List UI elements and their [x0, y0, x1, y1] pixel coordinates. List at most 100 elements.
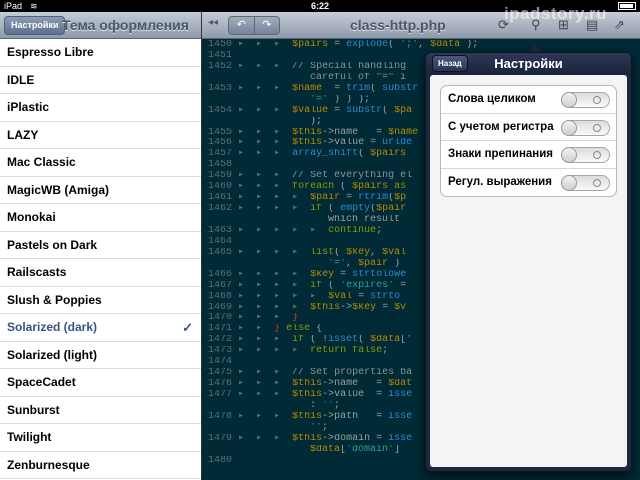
code-token: $key — [310, 269, 335, 280]
search-option-row: Знаки препинания — [441, 141, 616, 169]
code-token: = — [394, 280, 407, 291]
line-number: 1457 — [207, 149, 232, 160]
search-option-label: Знаки препинания — [448, 148, 554, 160]
line-number: 1451 — [207, 50, 232, 61]
undo-redo-group: ↶ ↷ — [228, 16, 280, 35]
theme-item[interactable]: Monokai — [0, 204, 201, 232]
theme-item[interactable]: Solarized (dark) ✓ — [0, 314, 201, 342]
theme-item-label: Pastels on Dark — [7, 237, 98, 252]
share-icon[interactable]: ⇗ — [614, 17, 625, 33]
code-token: ▸ ▸ ▸ ▸ — [238, 247, 311, 258]
code-token: = — [322, 83, 347, 94]
switch-knob — [561, 92, 577, 108]
settings-back-button[interactable]: Настройки — [4, 16, 66, 35]
code-token: $pairs — [292, 40, 329, 50]
line-number: 1470 — [207, 313, 232, 324]
theme-item[interactable]: Slush & Poppies — [0, 287, 201, 314]
code-token: ( — [322, 280, 341, 291]
code-token: rtrim — [358, 193, 389, 204]
code-token: '=' — [328, 258, 347, 269]
line-number: 1464 — [207, 236, 232, 247]
popover-body: Слова целиком С учетом регистра Знаки преп… — [430, 75, 627, 467]
toggle-switch[interactable] — [561, 174, 610, 191]
code-token: $dat — [388, 379, 413, 390]
theme-item-label: Monokai — [7, 210, 56, 224]
popover-header: Назад Настройки — [426, 53, 631, 75]
theme-item[interactable]: Mac Classic — [0, 149, 201, 177]
code-token: = — [340, 193, 359, 204]
line-number: 1467 — [207, 280, 232, 291]
file-title: class-http.php — [350, 17, 446, 33]
undo-button[interactable]: ↶ — [229, 17, 255, 34]
code-token: foreach — [292, 182, 335, 193]
code-token: = — [334, 269, 353, 280]
theme-item[interactable]: Espresso Libre — [0, 39, 201, 67]
code-token: ▸ ▸ ▸ — [238, 433, 293, 444]
code-token: $pair — [310, 193, 341, 204]
toggle-switch[interactable] — [561, 147, 610, 163]
redo-button[interactable]: ↷ — [255, 17, 280, 34]
code-token: ▸ ▸ ▸ — [238, 83, 293, 94]
theme-item[interactable]: Railscasts — [0, 259, 201, 287]
line-number: 1454 — [207, 105, 232, 116]
theme-item[interactable]: iPlastic — [0, 94, 201, 122]
theme-item[interactable]: Solarized (light) — [0, 342, 201, 369]
theme-item[interactable]: Pastels on Dark — [0, 232, 201, 259]
code-token: ( ! — [304, 335, 329, 346]
code-token: ( — [388, 40, 401, 50]
theme-item[interactable]: LAZY — [0, 122, 201, 149]
popover-title: Настройки — [494, 56, 563, 71]
line-number: 1472 — [207, 335, 232, 346]
line-number: 1480 — [207, 455, 232, 466]
code-token: ->domain = — [322, 433, 389, 444]
code-token: ▸ ▸ ▸ — [238, 182, 293, 193]
line-number: 1473 — [207, 346, 232, 357]
code-token: ( — [334, 247, 347, 258]
toggle-switch[interactable] — [561, 119, 610, 136]
code-token: substr — [346, 105, 383, 116]
code-token: ; — [382, 346, 389, 357]
collapse-sidebar-icon[interactable]: ◂◂ — [208, 17, 218, 28]
line-number: 1459 — [207, 171, 232, 182]
search-option-label: С учетом регистра — [448, 120, 554, 133]
code-token: ->value = — [322, 390, 389, 400]
code-token: ); — [310, 116, 323, 127]
line-number: 1468 — [207, 291, 232, 302]
code-token: ▸ ▸ ▸ ▸ — [238, 302, 311, 313]
theme-item[interactable]: SpaceCadet — [0, 369, 201, 397]
code-token: $pairs — [370, 149, 407, 160]
code-token: continue — [328, 225, 377, 236]
off-indicator-icon — [593, 96, 601, 104]
code-token: = — [328, 40, 347, 50]
code-token: isset — [328, 335, 359, 346]
search-option-row: Регул. выражения — [441, 169, 616, 197]
theme-item-label: LAZY — [7, 127, 39, 142]
code-token: ▸ ▸ ▸ — [238, 368, 293, 379]
theme-item[interactable]: Sunburst — [0, 397, 201, 424]
code-token: ->path = — [322, 411, 389, 422]
watermark: ipadstory.ru — [504, 4, 607, 23]
theme-item[interactable]: Twilight — [0, 424, 201, 452]
theme-item-label: iPlastic — [7, 100, 50, 114]
code-token: $pair — [376, 204, 407, 215]
code-token: ▸ ▸ ▸ ▸ — [238, 193, 311, 204]
theme-item[interactable]: Zenburnesque — [0, 452, 201, 479]
code-token: $key — [352, 302, 377, 313]
code-token: ; — [322, 422, 329, 433]
switch-knob — [561, 174, 577, 191]
theme-item[interactable]: MagicWB (Amiga) — [0, 177, 201, 204]
theme-item-label: SpaceCadet — [7, 375, 76, 389]
code-token: isse — [388, 411, 413, 422]
toggle-switch[interactable] — [561, 92, 610, 108]
theme-item[interactable]: IDLE — [0, 67, 201, 94]
code-token: ( — [382, 105, 395, 116]
code-token: ->name = — [322, 379, 389, 390]
line-number: 1474 — [207, 357, 232, 368]
code-token: ( — [358, 335, 371, 346]
code-token: $this — [292, 379, 323, 390]
battery-icon — [618, 2, 636, 10]
